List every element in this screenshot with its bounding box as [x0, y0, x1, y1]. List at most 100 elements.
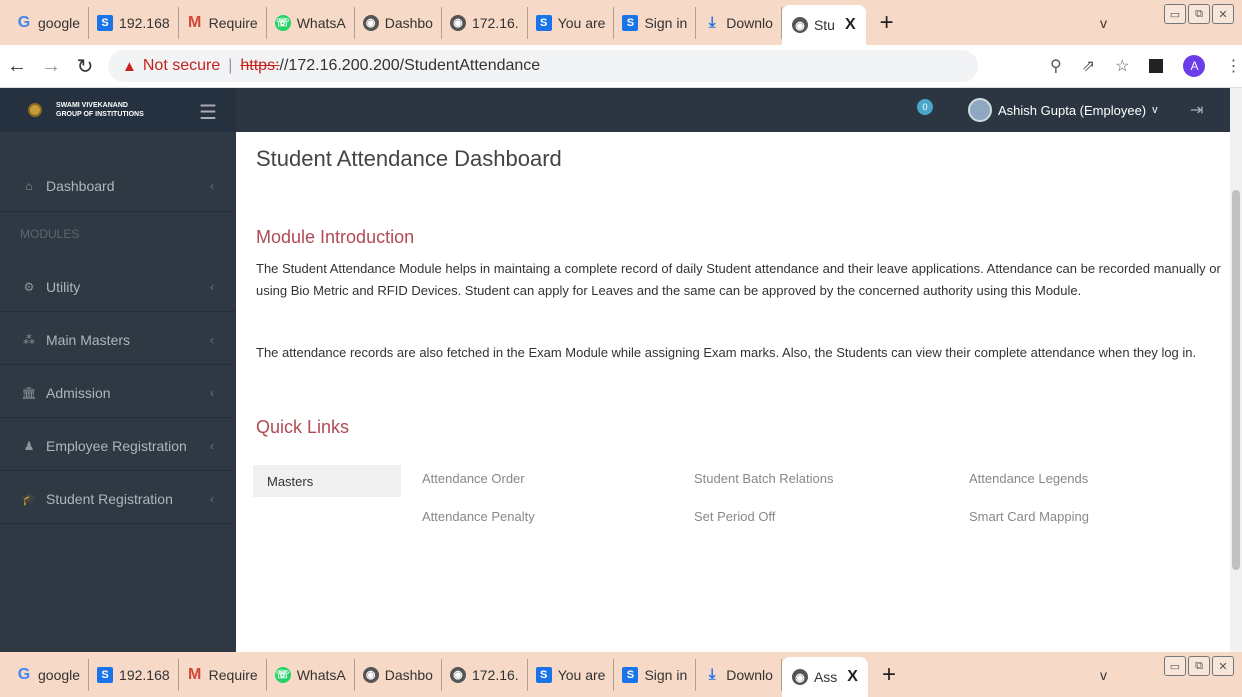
download-icon: ⤓	[708, 14, 716, 31]
close-window-icon[interactable]: ✕	[1212, 656, 1234, 676]
tab-172[interactable]: ◉ 172.16.	[442, 6, 528, 39]
close-tab-icon[interactable]: X	[845, 16, 856, 34]
chevron-down-icon: v	[1152, 104, 1158, 116]
sidebar-item-admission[interactable]: 🏛 Admission ‹	[0, 368, 236, 418]
address-bar: ← → ↻ ▲ Not secure | https: //172.16.200…	[0, 45, 1242, 88]
tab-dashboard[interactable]: ◉ Dashbo	[355, 658, 442, 691]
chevron-left-icon: ‹	[210, 332, 214, 347]
link-set-period-off[interactable]: Set Period Off	[694, 509, 775, 524]
new-tab-button[interactable]: +	[880, 9, 894, 37]
address-icons: ⚲ ⇗ ☆ A ⋮	[1050, 55, 1241, 77]
globe-icon: ◉	[791, 17, 808, 33]
tab-whatsapp[interactable]: ☏ WhatsA	[267, 658, 355, 691]
tab-192[interactable]: S 192.168	[89, 6, 179, 39]
sidebar-modules-header: MODULES	[20, 227, 80, 241]
link-student-batch-relations[interactable]: Student Batch Relations	[694, 471, 833, 486]
tab-download[interactable]: ⤓ Downlo	[696, 6, 782, 39]
s-icon: S	[622, 666, 639, 683]
whatsapp-icon: ☏	[274, 666, 291, 683]
tab-search-chevron-icon[interactable]: v	[1100, 15, 1107, 31]
gmail-icon: M	[187, 665, 202, 683]
link-smart-card-mapping[interactable]: Smart Card Mapping	[969, 509, 1089, 524]
sidebar-item-main-masters[interactable]: ⁂ Main Masters ‹	[0, 315, 236, 365]
not-secure-label[interactable]: Not secure	[143, 57, 220, 75]
s-icon: S	[97, 14, 114, 31]
tab-192[interactable]: S 192.168	[89, 658, 179, 691]
user-menu[interactable]: Ashish Gupta (Employee) v	[968, 98, 1158, 122]
quick-links-category-masters[interactable]: Masters	[253, 465, 401, 497]
reload-icon[interactable]: ↻	[68, 54, 102, 79]
link-attendance-legends[interactable]: Attendance Legends	[969, 471, 1088, 486]
tab-search-chevron-icon[interactable]: v	[1100, 667, 1107, 683]
sidebar-item-employee-registration[interactable]: ♟ Employee Registration ‹	[0, 421, 236, 471]
tab-sign-in[interactable]: S Sign in	[614, 6, 697, 39]
link-attendance-penalty[interactable]: Attendance Penalty	[422, 509, 535, 524]
gears-icon: ⚙	[23, 279, 35, 294]
tab-download[interactable]: ⤓ Downlo	[696, 658, 782, 691]
intro-paragraph: The Student Attendance Module helps in m…	[256, 261, 1221, 298]
tab-google[interactable]: Ggoogle	[8, 658, 90, 691]
globe-icon: ◉	[362, 14, 379, 31]
main-content: Student Attendance Dashboard Module Intr…	[236, 132, 1226, 652]
sidebar-item-dashboard[interactable]: ⌂ Dashboard ‹	[0, 160, 236, 212]
sidebar-item-utility[interactable]: ⚙ Utility ‹	[0, 262, 236, 312]
notification-badge: 0	[917, 99, 933, 115]
sitemap-icon: ⁂	[23, 332, 35, 347]
restore-icon[interactable]: ⧉	[1188, 4, 1210, 24]
s-icon: S	[622, 14, 639, 31]
user-avatar	[968, 98, 992, 122]
hamburger-menu-icon[interactable]: ☰	[199, 100, 217, 125]
bank-icon: 🏛	[21, 385, 37, 400]
zoom-icon[interactable]: ⚲	[1050, 56, 1062, 76]
tab-you-are[interactable]: S You are	[528, 658, 615, 691]
menu-kebab-icon[interactable]: ⋮	[1225, 56, 1241, 76]
globe-icon: ◉	[362, 666, 379, 683]
star-icon[interactable]: ☆	[1115, 56, 1129, 76]
separator: |	[228, 57, 233, 74]
app-header: SWAMI VIVEKANAND GROUP OF INSTITUTIONS ☰…	[0, 88, 1230, 132]
logout-icon[interactable]: ⇥	[1190, 100, 1203, 120]
tab-dashboard[interactable]: ◉ Dashbo	[355, 6, 442, 39]
tab-you-are[interactable]: S You are	[528, 6, 615, 39]
module-introduction-heading: Module Introduction	[256, 227, 415, 247]
scrollbar-thumb[interactable]	[1232, 190, 1240, 570]
tab-active[interactable]: ◉ Ass X	[781, 657, 868, 697]
tab-172[interactable]: ◉ 172.16.	[442, 658, 528, 691]
new-tab-button[interactable]: +	[882, 661, 896, 689]
share-icon[interactable]: ⇗	[1082, 56, 1095, 76]
profile-avatar[interactable]: A	[1183, 55, 1206, 77]
download-icon: ⤓	[708, 666, 716, 683]
restore-icon[interactable]: ⧉	[1188, 656, 1210, 676]
globe-icon: ◉	[449, 14, 466, 31]
tab-require[interactable]: M Require	[179, 658, 267, 691]
google-icon: G	[17, 13, 31, 31]
notification-bell-icon[interactable]: 0	[917, 99, 935, 121]
tab-active[interactable]: ◉ Stu X	[781, 5, 866, 45]
tab-sign-in[interactable]: S Sign in	[614, 658, 697, 691]
gmail-icon: M	[187, 13, 202, 31]
chevron-left-icon: ‹	[210, 385, 214, 400]
user-name: Ashish Gupta (Employee)	[998, 102, 1147, 118]
page-scrollbar[interactable]	[1230, 88, 1242, 652]
tab-strip: Ggoogle S 192.168 M Require ☏ WhatsA ◉ Dashb…	[0, 0, 894, 45]
sidebar: ⌂ Dashboard ‹ MODULES ⚙ Utility ‹ ⁂ Main…	[0, 132, 236, 652]
side-panel-icon[interactable]	[1149, 59, 1164, 73]
tab-google[interactable]: Ggoogle	[8, 6, 90, 39]
close-tab-icon[interactable]: X	[847, 668, 858, 686]
minimize-icon[interactable]: ▭	[1164, 4, 1186, 24]
url-input[interactable]: ▲ Not secure | https: //172.16.200.200/S…	[108, 50, 978, 82]
minimize-icon[interactable]: ▭	[1164, 656, 1186, 676]
window-controls: ▭ ⧉ ✕	[1164, 656, 1234, 676]
forward-arrow-icon[interactable]: →	[34, 55, 68, 78]
quick-links-heading: Quick Links	[256, 417, 350, 437]
browser-tab-bar: Ggoogle S 192.168 M Require ☏ WhatsA ◉ Dashb…	[0, 0, 1242, 45]
tab-require[interactable]: M Require	[179, 6, 267, 39]
close-window-icon[interactable]: ✕	[1212, 4, 1234, 24]
back-arrow-icon[interactable]: ←	[0, 55, 34, 78]
s-icon: S	[97, 666, 114, 683]
sidebar-item-student-registration[interactable]: 🎓 Student Registration ‹	[0, 474, 236, 524]
chevron-left-icon: ‹	[210, 438, 214, 453]
app-window: SWAMI VIVEKANAND GROUP OF INSTITUTIONS ☰…	[0, 88, 1242, 652]
tab-whatsapp[interactable]: ☏ WhatsA	[267, 6, 355, 39]
link-attendance-order[interactable]: Attendance Order	[422, 471, 525, 486]
